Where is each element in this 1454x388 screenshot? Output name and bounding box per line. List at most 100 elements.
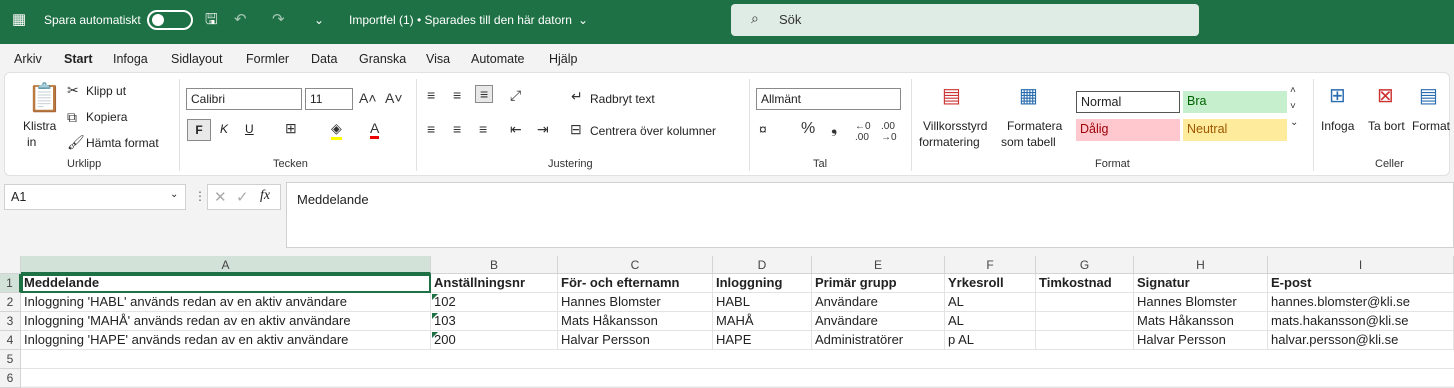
cell-b3[interactable]: 103 [431,312,558,331]
cancel-icon[interactable]: ✕ [214,188,227,206]
conditional-formatting-label[interactable]: Villkorsstyrd [923,119,987,133]
font-color-icon[interactable]: A [370,120,380,139]
format-painter-button[interactable]: Hämta format [86,136,159,150]
cell-i1[interactable]: E-post [1268,274,1454,293]
redo-icon[interactable]: ↷ [272,0,285,40]
delete-cells-icon[interactable]: ⊠ [1377,83,1394,108]
cell-b4[interactable]: 200 [431,331,558,350]
tab-infoga[interactable]: Infoga [113,52,148,66]
insert-function-icon[interactable]: fx [260,188,270,204]
column-header-g[interactable]: G [1036,256,1134,274]
cell-a2[interactable]: Inloggning 'HABL' används redan av en ak… [21,293,431,312]
tab-automate[interactable]: Automate [471,52,525,66]
cell-i3[interactable]: mats.hakansson@kli.se [1268,312,1454,331]
undo-icon[interactable]: ↶ [234,0,247,40]
copy-button[interactable]: Kopiera [86,110,127,124]
error-indicator-icon[interactable] [432,332,438,338]
cell-h3[interactable]: Mats Håkansson [1134,312,1268,331]
row-header-6[interactable]: 6 [0,369,21,388]
align-top-icon[interactable]: ≡ [427,87,435,103]
cell-c3[interactable]: Mats Håkansson [558,312,713,331]
paste-label-2[interactable]: in [27,135,36,149]
borders-icon[interactable]: ⊞ [285,120,297,137]
align-middle-icon[interactable]: ≡ [453,87,461,103]
paste-label[interactable]: Klistra [23,119,56,133]
cell-d4[interactable]: HAPE [713,331,812,350]
tab-start[interactable]: Start [64,52,93,75]
tab-visa[interactable]: Visa [426,52,450,66]
tab-granska[interactable]: Granska [359,52,406,66]
cell-d3[interactable]: MAHÅ [713,312,812,331]
delete-cells-button[interactable]: Ta bort [1368,119,1405,133]
merge-center-button[interactable]: Centrera över kolumner [590,124,716,138]
cell-g4[interactable] [1036,331,1134,350]
tab-hjalp[interactable]: Hjälp [549,52,578,66]
autosave-toggle[interactable] [147,10,193,30]
tab-arkiv[interactable]: Arkiv [14,52,42,66]
cell-e4[interactable]: Administratörer [812,331,945,350]
save-icon[interactable]: 🖫 [205,0,218,40]
cell-f3[interactable]: AL [945,312,1036,331]
customize-qat-icon[interactable]: ⌄ [314,0,324,40]
format-cells-icon[interactable]: ▤ [1419,83,1438,108]
styles-scroll-icon[interactable]: ˄ ˅ ⌄ [1290,83,1298,131]
paste-icon[interactable]: 📋 [27,81,62,114]
orientation-icon[interactable]: ⤢ [510,87,521,104]
select-all-corner[interactable] [0,256,21,274]
empty-row-5[interactable] [21,350,1454,369]
row-header-1[interactable]: 1 [0,274,21,293]
increase-font-icon[interactable]: A˄ [359,90,377,106]
style-good[interactable]: Bra [1183,91,1287,113]
format-as-table-icon[interactable]: ▦ [1019,83,1038,108]
fill-color-icon[interactable]: ◈ [331,120,342,140]
empty-row-6[interactable] [21,369,1454,388]
percent-icon[interactable]: % [801,120,815,138]
cell-f1[interactable]: Yrkesroll [945,274,1036,293]
format-as-table-label[interactable]: Formatera [1007,119,1062,133]
cell-e1[interactable]: Primär grupp [812,274,945,293]
row-header-3[interactable]: 3 [0,312,21,331]
search-box[interactable]: ⌕ Sök [731,4,1199,36]
decrease-decimal-icon[interactable]: .00 →0 [881,121,897,143]
tab-sidlayout[interactable]: Sidlayout [171,52,222,66]
format-cells-button[interactable]: Format [1412,119,1450,133]
decrease-indent-icon[interactable]: ⇤ [510,121,522,138]
cell-d2[interactable]: HABL [713,293,812,312]
column-header-b[interactable]: B [431,256,558,274]
column-header-a[interactable]: A [21,256,431,274]
cell-e2[interactable]: Användare [812,293,945,312]
cell-h4[interactable]: Halvar Persson [1134,331,1268,350]
cell-i4[interactable]: halvar.persson@kli.se [1268,331,1454,350]
comma-style-icon[interactable]: ❟ [831,120,837,138]
wrap-text-button[interactable]: Radbryt text [590,92,655,106]
column-header-d[interactable]: D [713,256,812,274]
underline-button[interactable]: U [245,122,254,136]
document-title[interactable]: Importfel (1) • Sparades till den här da… [349,0,572,40]
formula-input[interactable]: Meddelande [286,182,1454,248]
cell-f4[interactable]: p AL [945,331,1036,350]
conditional-formatting-icon[interactable]: ▤ [942,83,961,108]
decrease-font-icon[interactable]: A˅ [385,90,403,106]
cell-f2[interactable]: AL [945,293,1036,312]
cell-d1[interactable]: Inloggning [713,274,812,293]
cell-b1[interactable]: Anställningsnr [431,274,558,293]
column-header-i[interactable]: I [1268,256,1454,274]
number-format-select[interactable]: Allmänt [756,88,901,110]
style-bad[interactable]: Dålig [1076,119,1180,141]
chevron-down-icon[interactable]: ⌄ [170,189,178,200]
cell-g2[interactable] [1036,293,1134,312]
confirm-icon[interactable]: ✓ [236,188,249,206]
cell-c4[interactable]: Halvar Persson [558,331,713,350]
chevron-down-icon[interactable]: ⌄ [578,0,588,40]
cell-g3[interactable] [1036,312,1134,331]
row-header-4[interactable]: 4 [0,331,21,350]
cell-a4[interactable]: Inloggning 'HAPE' används redan av en ak… [21,331,431,350]
cell-h2[interactable]: Hannes Blomster [1134,293,1268,312]
font-size-select[interactable]: 11 [305,88,353,110]
column-header-c[interactable]: C [558,256,713,274]
align-center-icon[interactable]: ≡ [453,121,461,137]
bold-button[interactable]: F [187,119,211,141]
align-right-icon[interactable]: ≡ [479,121,487,137]
column-header-h[interactable]: H [1134,256,1268,274]
insert-cells-button[interactable]: Infoga [1321,119,1354,133]
